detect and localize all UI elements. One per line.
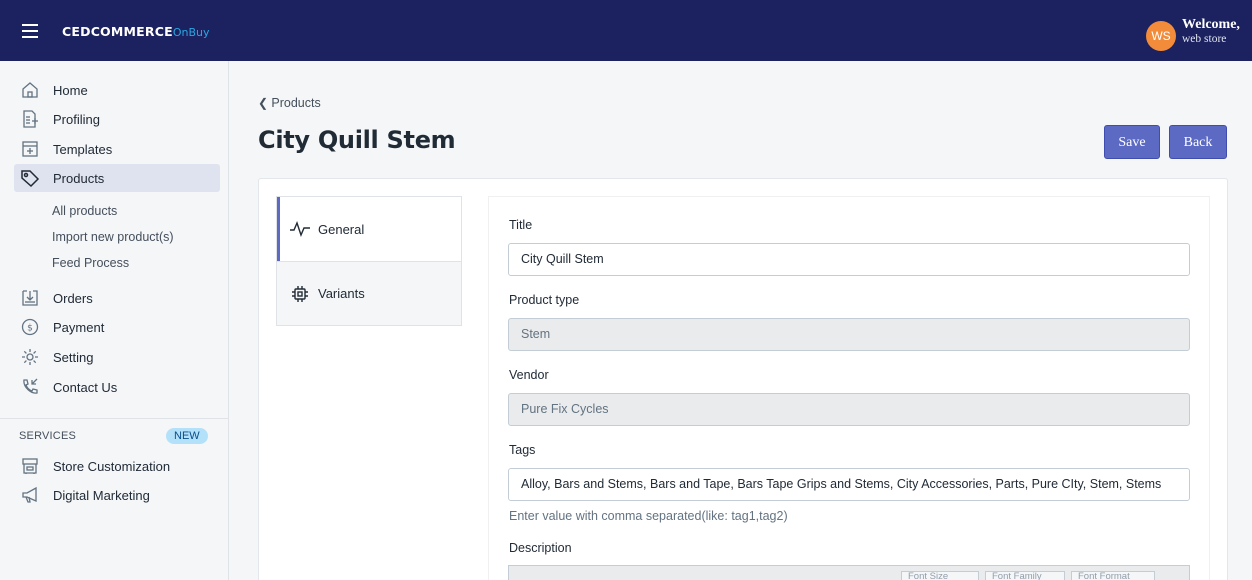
product-type-input: Stem: [508, 318, 1190, 351]
welcome-text: Welcome,: [1182, 17, 1240, 32]
sidebar-item-label: Products: [53, 170, 105, 186]
payment-icon: $: [20, 317, 40, 337]
sidebar-item-label: Templates: [53, 141, 113, 157]
description-label: Description: [509, 541, 572, 555]
user-menu[interactable]: Welcome, web store: [1182, 18, 1248, 46]
font-format-select[interactable]: Font Format: [1071, 571, 1155, 580]
sidebar-item-profiling[interactable]: Profiling: [14, 105, 220, 133]
product-type-label: Product type: [509, 293, 580, 307]
save-button[interactable]: Save: [1104, 125, 1160, 159]
tab-variants[interactable]: Variants: [277, 261, 461, 325]
sidebar-subitem-import-products[interactable]: Import new product(s): [52, 230, 174, 244]
tags-input[interactable]: Alloy, Bars and Stems, Bars and Tape, Ba…: [508, 468, 1190, 501]
sidebar-item-store-customization[interactable]: Store Customization: [14, 452, 220, 480]
home-icon: [20, 80, 40, 100]
sidebar-item-templates[interactable]: Templates: [14, 135, 220, 163]
brand-main: CEDCOMMERCE: [62, 24, 173, 39]
tags-hint: Enter value with comma separated(like: t…: [509, 509, 788, 523]
title-input[interactable]: City Quill Stem: [508, 243, 1190, 276]
user-name: web store: [1182, 33, 1227, 45]
back-button[interactable]: Back: [1169, 125, 1227, 159]
services-heading: SERVICES: [19, 430, 77, 442]
brand-logo[interactable]: CEDCOMMERCEOnBuy: [62, 24, 210, 39]
tag-icon: [20, 168, 40, 188]
sidebar-subitem-feed-process[interactable]: Feed Process: [52, 256, 129, 270]
title-label: Title: [509, 218, 533, 232]
hamburger-menu-icon[interactable]: [22, 24, 38, 38]
profiling-icon: [20, 109, 40, 129]
svg-text:$: $: [27, 324, 33, 334]
tab-general[interactable]: General: [277, 197, 461, 261]
sidebar-item-label: Store Customization: [53, 458, 171, 474]
new-badge: NEW: [166, 428, 208, 444]
description-editor-toolbar: Font Size Font Family Font Format: [508, 565, 1190, 580]
breadcrumb[interactable]: ❮ Products: [258, 96, 321, 110]
tab-label: General: [318, 221, 365, 237]
sidebar-item-payment[interactable]: $ Payment: [14, 313, 220, 341]
sidebar-item-digital-marketing[interactable]: Digital Marketing: [14, 481, 220, 509]
page-title: City Quill Stem: [258, 126, 456, 154]
sidebar-item-label: Contact Us: [53, 379, 118, 395]
sidebar-item-label: Setting: [53, 349, 94, 365]
top-bar: CEDCOMMERCEOnBuy WS Welcome, web store: [0, 0, 1252, 61]
chevron-left-icon: ❮: [258, 96, 272, 110]
phone-icon: [20, 377, 40, 397]
vendor-input: Pure Fix Cycles: [508, 393, 1190, 426]
gear-icon: [20, 347, 40, 367]
breadcrumb-products: Products: [271, 96, 321, 110]
activity-icon: [289, 218, 311, 240]
sidebar-item-label: Home: [53, 82, 88, 98]
tags-label: Tags: [509, 443, 536, 457]
sidebar-item-orders[interactable]: Orders: [14, 284, 220, 312]
templates-icon: [20, 139, 40, 159]
sidebar-item-home[interactable]: Home: [14, 76, 220, 104]
sidebar-item-contact-us[interactable]: Contact Us: [14, 373, 220, 401]
vendor-label: Vendor: [509, 368, 549, 382]
sidebar-item-label: Digital Marketing: [53, 487, 150, 503]
sidebar-divider: [0, 418, 228, 419]
font-size-select[interactable]: Font Size: [901, 571, 979, 580]
sidebar-item-label: Orders: [53, 290, 93, 306]
sidebar-item-label: Payment: [53, 319, 105, 335]
megaphone-icon: [20, 485, 40, 505]
sidebar-item-label: Profiling: [53, 111, 100, 127]
sidebar-item-products[interactable]: Products: [14, 164, 220, 192]
section-tabs: General Variants: [276, 196, 462, 326]
sidebar-subitem-all-products[interactable]: All products: [52, 204, 117, 218]
sidebar-item-setting[interactable]: Setting: [14, 343, 220, 371]
chip-icon: [289, 283, 311, 305]
store-icon: [20, 456, 40, 476]
orders-icon: [20, 288, 40, 308]
font-family-select[interactable]: Font Family: [985, 571, 1065, 580]
brand-sub: OnBuy: [172, 26, 210, 39]
tab-label: Variants: [318, 286, 365, 301]
avatar[interactable]: WS: [1146, 21, 1176, 51]
